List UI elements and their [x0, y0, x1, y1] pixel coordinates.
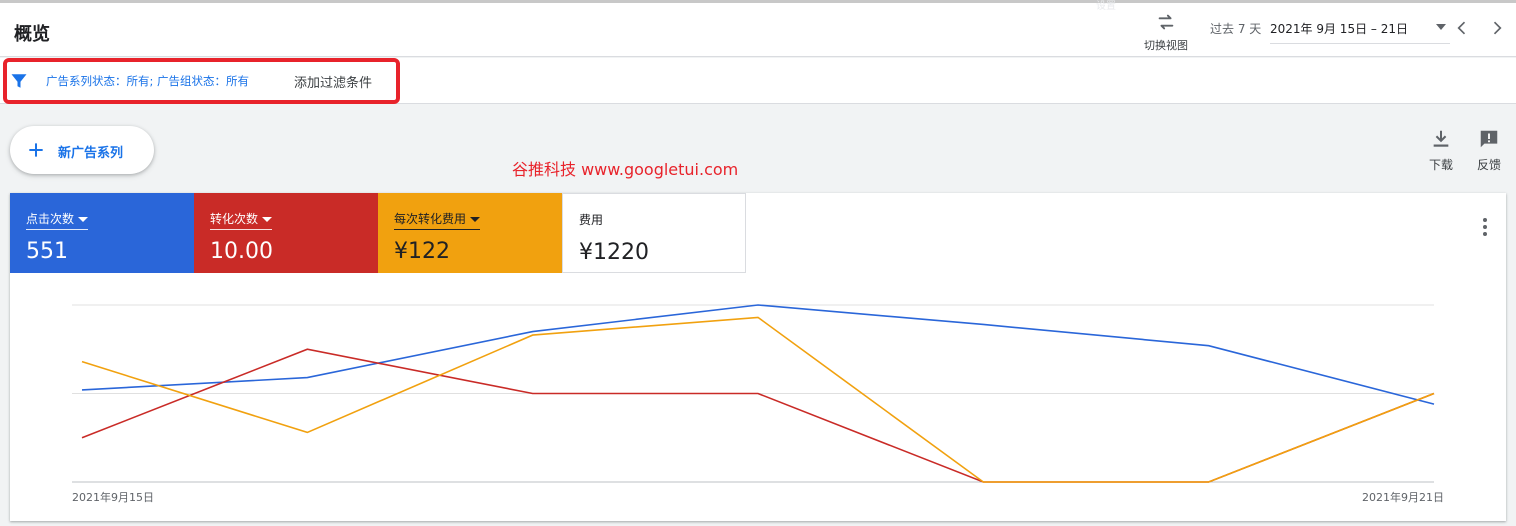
- filter-bar: 广告系列状态：所有; 广告组状态：所有 添加过滤条件: [0, 58, 1516, 104]
- swap-icon: [1158, 14, 1174, 30]
- download-icon: [1433, 130, 1449, 147]
- campaign-status-value: 所有: [126, 74, 150, 88]
- new-campaign-button[interactable]: 新广告系列: [10, 126, 154, 174]
- chart-x-tick-label: 2021年9月15日: [72, 490, 154, 504]
- date-range-select[interactable]: 2021年 9月 15日 – 21日: [1270, 18, 1450, 44]
- chart-x-tick-label: 2021年9月21日: [1362, 490, 1444, 504]
- download-button[interactable]: 下载: [1421, 128, 1461, 173]
- filter-separator: ;: [149, 74, 154, 88]
- add-filter-button[interactable]: 添加过滤条件: [294, 72, 372, 91]
- performance-card: 点击次数 551 转化次数 10.00 每次转化费用 ¥122 费用 ¥1220…: [10, 193, 1506, 521]
- chart-series-line-2: [81, 348, 1435, 483]
- plus-icon: [29, 143, 43, 157]
- switch-view-button[interactable]: 切换视图: [1138, 9, 1194, 55]
- performance-line-chart: 2021年9月15日 2021年9月21日: [72, 304, 1444, 504]
- chevron-right-icon[interactable]: [1487, 18, 1507, 38]
- chevron-left-icon[interactable]: [1452, 18, 1472, 38]
- date-preset-label: 过去 7 天: [1210, 22, 1262, 36]
- feedback-icon: [1480, 130, 1498, 148]
- active-filters[interactable]: 广告系列状态：所有; 广告组状态：所有: [46, 73, 249, 89]
- download-label: 下载: [1428, 158, 1453, 172]
- switch-view-label: 切换视图: [1144, 39, 1188, 52]
- filter-icon[interactable]: [10, 72, 28, 90]
- date-range-value: 2021年 9月 15日 – 21日: [1270, 22, 1408, 36]
- new-campaign-label: 新广告系列: [58, 146, 124, 161]
- adgroup-status-label: 广告组状态：: [157, 74, 227, 88]
- watermark-text: 谷推科技 www.googletui.com: [512, 160, 739, 179]
- chart-series-line-1: [81, 304, 1435, 405]
- page-header: 概览 设置 切换视图 过去 7 天 2021年 9月 15日 – 21日: [0, 1, 1516, 57]
- chart-series-line-3: [81, 316, 1435, 483]
- campaign-status-label: 广告系列状态：: [46, 74, 127, 88]
- page-title: 概览: [14, 24, 50, 45]
- adgroup-status-value: 所有: [226, 74, 250, 88]
- feedback-button[interactable]: 反馈: [1469, 128, 1509, 173]
- feedback-label: 反馈: [1476, 158, 1501, 172]
- chevron-down-icon: [1436, 24, 1446, 30]
- faded-settings-label: 设置: [1096, 1, 1116, 12]
